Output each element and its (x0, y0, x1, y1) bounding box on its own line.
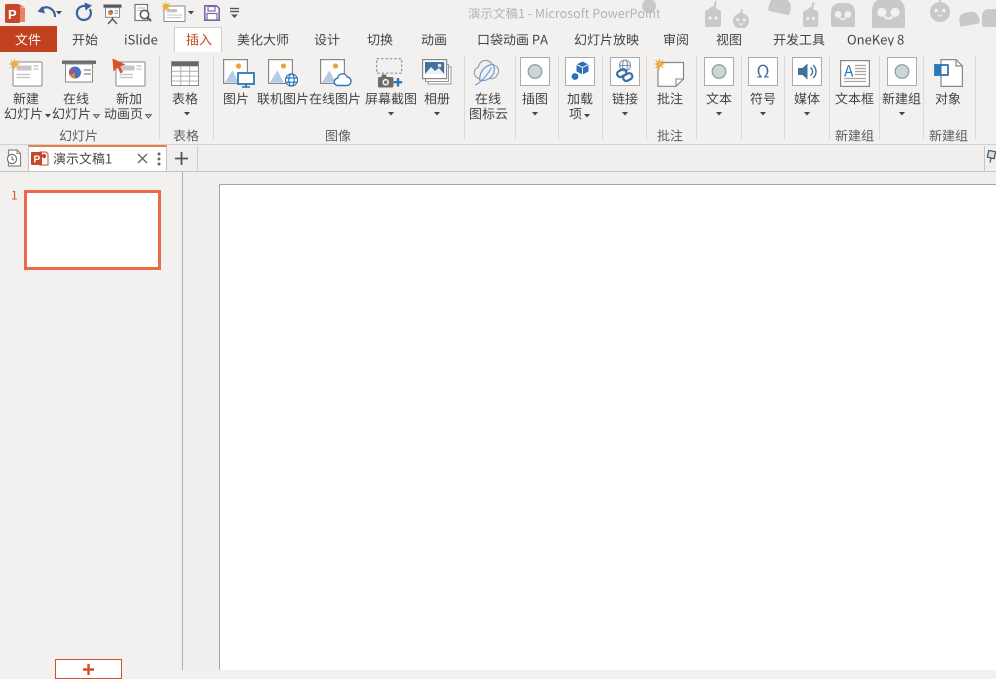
svg-text:P: P (34, 155, 41, 166)
svg-text:P: P (8, 7, 17, 22)
